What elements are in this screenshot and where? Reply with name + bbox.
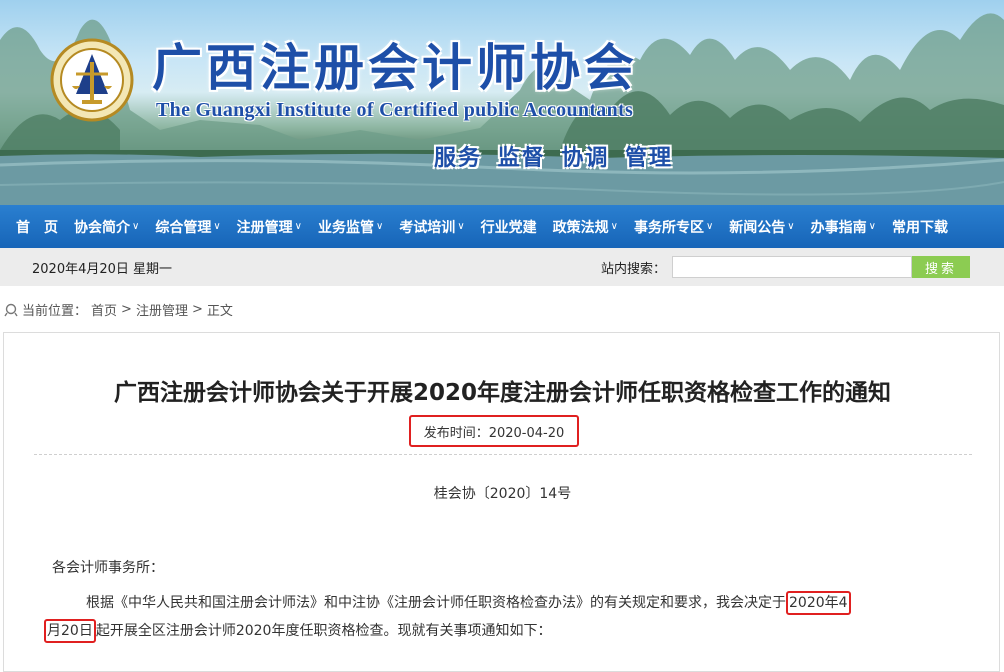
cicpa-logo-icon [50, 38, 134, 122]
site-banner: 广西注册会计师协会 The Guangxi Institute of Certi… [0, 0, 1004, 205]
search-button[interactable]: 搜索 [912, 256, 970, 278]
chevron-down-icon: ∨ [868, 221, 876, 232]
site-title: 广西注册会计师协会 [152, 38, 638, 97]
main-nav: 首 页 协会简介 ∨ 综合管理 ∨ 注册管理 ∨ 业务监管 ∨ 考试培训 ∨ 行业党建 政… [0, 205, 1004, 248]
paragraph-text-cont: 起开展全区注册会计师2020年度任职资格检查。现就有关事项通知如下： [95, 623, 552, 639]
nav-about[interactable]: 协会简介 ∨ [66, 205, 147, 248]
nav-registration[interactable]: 注册管理 ∨ [229, 205, 310, 248]
publish-time: 发布时间：2020-04-20 [409, 415, 579, 447]
site-title-english: The Guangxi Institute of Certified publi… [156, 99, 634, 121]
search-input[interactable] [672, 256, 912, 278]
location-icon [4, 303, 18, 316]
paragraph-text: 根据《中华人民共和国注册会计师法》和中注协《注册会计师任职资格检查办法》的有关规… [86, 595, 786, 611]
chevron-down-icon: ∨ [787, 221, 795, 232]
breadcrumb-current: 正文 [206, 304, 233, 319]
highlight-date-part2: 月20日 [44, 619, 96, 643]
chevron-down-icon: ∨ [132, 221, 140, 232]
chevron-down-icon: ∨ [294, 221, 302, 232]
chevron-down-icon: ∨ [705, 221, 714, 232]
nav-firm-zone[interactable]: 事务所专区 ∨ [626, 205, 721, 248]
breadcrumb: 当前位置： 首页 > 注册管理 > 正文 [4, 300, 237, 319]
breadcrumb-registration[interactable]: 注册管理 [136, 300, 188, 319]
current-date: 2020年4月20日 星期一 [32, 262, 173, 277]
breadcrumb-prefix: 当前位置： [22, 304, 88, 319]
breadcrumb-separator: > [191, 302, 203, 317]
title-divider [34, 454, 972, 455]
document-number: 桂会协〔2020〕14号 [433, 486, 572, 502]
salutation: 各会计师事务所： [52, 560, 164, 576]
nav-exam-training[interactable]: 考试培训 ∨ [391, 205, 472, 248]
article-title: 广西注册会计师协会关于开展2020年度注册会计师任职资格检查工作的通知 [113, 380, 891, 406]
publish-time-text: 发布时间：2020-04-20 [423, 425, 565, 441]
search-label: 站内搜索： [601, 262, 667, 277]
nav-supervision[interactable]: 业务监管 ∨ [310, 205, 391, 248]
chevron-down-icon: ∨ [457, 221, 465, 232]
nav-news[interactable]: 新闻公告 ∨ [721, 205, 802, 248]
breadcrumb-separator: > [121, 302, 132, 317]
nav-guide[interactable]: 办事指南 ∨ [803, 205, 884, 248]
article-panel: 广西注册会计师协会关于开展2020年度注册会计师任职资格检查工作的通知 发布时间… [3, 332, 1000, 672]
chevron-down-icon: ∨ [610, 221, 618, 232]
chevron-down-icon: ∨ [213, 221, 221, 232]
highlight-date-part1: 2020年4 [786, 591, 851, 615]
article-paragraph: 根据《中华人民共和国注册会计师法》和中注协《注册会计师任职资格检查办法》的有关规… [44, 589, 964, 645]
site-motto: 服务 监督 协调 管理 [434, 146, 673, 171]
chevron-down-icon: ∨ [375, 221, 384, 232]
nav-downloads[interactable]: 常用下载 [884, 205, 956, 248]
breadcrumb-home[interactable]: 首页 [91, 300, 117, 319]
nav-party-building[interactable]: 行业党建 [473, 205, 545, 248]
nav-general-management[interactable]: 综合管理 ∨ [147, 205, 228, 248]
nav-home[interactable]: 首 页 [8, 205, 66, 248]
nav-policies[interactable]: 政策法规 ∨ [545, 205, 626, 248]
